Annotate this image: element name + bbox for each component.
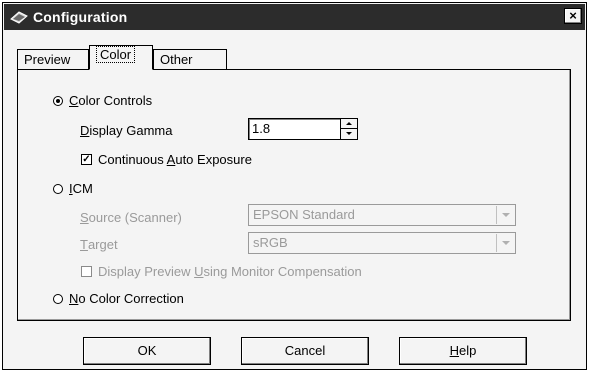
auto-exposure-checkbox[interactable]: ✓ Continuous Auto Exposure [81,152,252,167]
gamma-spinner[interactable] [340,119,357,139]
spin-down-icon[interactable] [341,129,357,139]
dropdown-arrow-icon[interactable] [496,234,514,252]
no-color-correction-radio[interactable]: No Color Correction [53,291,184,306]
title-bar[interactable]: Configuration × [4,4,585,30]
color-controls-radio[interactable]: Color Controls [53,93,152,108]
tab-other[interactable]: Other [153,49,227,69]
tab-color[interactable]: Color [89,45,153,70]
target-value: sRGB [253,235,288,250]
monitor-compensation-check[interactable] [81,266,92,277]
cancel-button[interactable]: Cancel [241,337,369,365]
no-color-correction-label: No Color Correction [69,291,184,306]
close-icon[interactable]: × [564,8,582,24]
color-controls-label: Color Controls [69,93,153,108]
display-gamma-value: 1.8 [252,121,271,136]
ok-button[interactable]: OK [83,337,211,365]
target-label: Target [80,237,118,252]
spin-up-icon[interactable] [341,119,357,129]
tab-color-label: Color [96,46,136,63]
monitor-compensation-label: Display Preview Using Monitor Compensati… [98,264,362,279]
icm-label: ICM [69,181,93,196]
auto-exposure-label: Continuous Auto Exposure [98,152,252,167]
radio-no-color-correction[interactable] [53,293,63,304]
monitor-compensation-checkbox[interactable]: Display Preview Using Monitor Compensati… [81,264,362,279]
source-value: EPSON Standard [253,207,355,222]
source-label: Source (Scanner) [80,210,182,225]
target-select[interactable]: sRGB [248,232,516,254]
window-title: Configuration [33,9,128,25]
icm-radio[interactable]: ICM [53,181,93,196]
help-button[interactable]: Help [399,337,527,365]
display-gamma-input[interactable]: 1.8 [248,118,358,140]
radio-icm[interactable] [53,183,63,194]
auto-exposure-check[interactable]: ✓ [81,154,92,165]
radio-color-controls[interactable] [53,95,63,106]
app-scanner-icon [10,10,28,24]
tab-preview[interactable]: Preview [17,49,89,69]
source-select[interactable]: EPSON Standard [248,204,516,226]
configuration-dialog: Configuration × Preview Color Other Colo… [2,2,587,370]
dropdown-arrow-icon[interactable] [496,206,514,224]
display-gamma-label: Display Gamma [80,123,173,138]
